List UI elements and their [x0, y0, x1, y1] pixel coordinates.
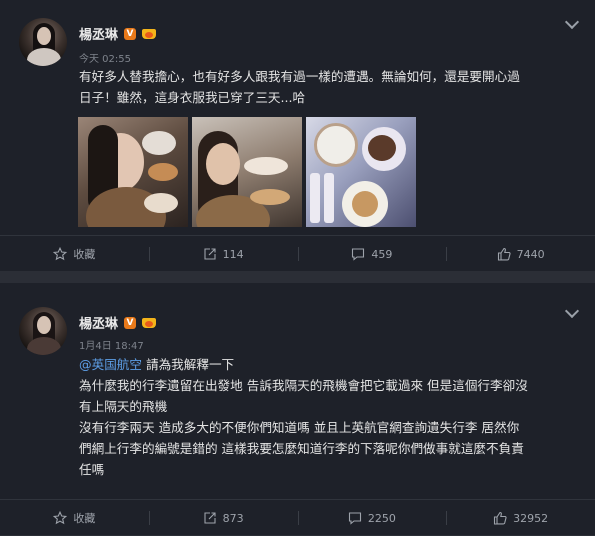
post-photo[interactable] — [306, 117, 416, 227]
verified-badge-icon: V — [124, 27, 137, 40]
avatar[interactable] — [19, 18, 67, 66]
weibo-post: 楊丞琳 V 今天 02:55 有好多人替我擔心，也有好多人跟我有過一樣的遭遇。無… — [0, 0, 595, 271]
chevron-down-icon[interactable] — [564, 14, 580, 30]
post-photo[interactable] — [192, 117, 302, 227]
verified-badge-icon: V — [124, 316, 137, 329]
share-icon — [204, 512, 216, 524]
post-text-line: 沒有行李兩天 造成多大的不便你們知道嗎 並且上英航官網查詢遺失行李 居然你 — [79, 420, 520, 435]
favorite-label: 收藏 — [73, 248, 96, 261]
share-icon — [204, 248, 216, 260]
author-name[interactable]: 楊丞琳 — [79, 24, 118, 43]
post-time[interactable]: 今天 02:55 — [79, 50, 131, 65]
favorite-button[interactable]: 收藏 — [0, 236, 149, 272]
post-text-line: 日子！雖然，這身衣服我已穿了三天...哈 — [79, 90, 306, 105]
crown-icon — [142, 27, 157, 40]
post-text-line: 有好多人替我擔心，也有好多人跟我有過一樣的遭遇。無論如何，還是要開心過 — [79, 69, 520, 84]
share-count: 873 — [222, 511, 244, 525]
comment-count: 459 — [371, 247, 393, 261]
favorite-label: 收藏 — [73, 512, 96, 525]
post-text-line: 有上隔天的飛機 — [79, 399, 168, 414]
star-icon — [53, 511, 68, 525]
post-time[interactable]: 1月4日 18:47 — [79, 337, 144, 352]
chevron-down-icon[interactable] — [564, 303, 580, 319]
like-count: 7440 — [516, 247, 545, 261]
crown-icon — [142, 316, 157, 329]
post-text-line: @英国航空 請為我解釋一下 — [79, 354, 584, 375]
share-button[interactable]: 114 — [148, 236, 298, 272]
share-count: 114 — [222, 247, 244, 261]
like-button[interactable]: 7440 — [446, 236, 595, 272]
post-text: 有好多人替我擔心，也有好多人跟我有過一樣的遭遇。無論如何，還是要開心過 日子！雖… — [79, 66, 584, 108]
comment-button[interactable]: 2250 — [297, 500, 447, 536]
post-text-line: 為什麼我的行李遺留在出發地 告訴我隔天的飛機會把它載過來 但是這個行李卻沒 — [79, 378, 528, 393]
post-text-line: 任嗎 — [79, 462, 105, 477]
comment-icon — [348, 512, 361, 525]
avatar[interactable] — [19, 307, 67, 355]
post-text-fragment: 請為我解釋一下 — [141, 357, 235, 372]
post-text-line: 們網上行李的編號是錯的 這樣我要怎麼知道行李的下落呢你們做事就這麼不負責 — [79, 441, 524, 456]
post-action-bar: 收藏 114 459 7440 — [0, 235, 595, 272]
like-count: 32952 — [513, 511, 549, 525]
post-photo[interactable] — [78, 117, 188, 227]
like-button[interactable]: 32952 — [446, 500, 595, 536]
thumbs-up-icon — [497, 247, 511, 261]
post-action-bar: 收藏 873 2250 32952 — [0, 499, 595, 536]
post-text: @英国航空 請為我解釋一下 為什麼我的行李遺留在出發地 告訴我隔天的飛機會把它載… — [79, 354, 584, 480]
weibo-post: 楊丞琳 V 1月4日 18:47 @英国航空 請為我解釋一下 為什麼我的行李遺留… — [0, 283, 595, 535]
thumbs-up-icon — [494, 511, 507, 525]
author-name[interactable]: 楊丞琳 — [79, 313, 118, 332]
comment-button[interactable]: 459 — [297, 236, 447, 272]
star-icon — [53, 247, 68, 261]
comment-icon — [352, 248, 365, 261]
comment-count: 2250 — [367, 511, 396, 525]
favorite-button[interactable]: 收藏 — [0, 500, 149, 536]
share-button[interactable]: 873 — [148, 500, 298, 536]
mention-link[interactable]: @英国航空 — [79, 357, 142, 372]
